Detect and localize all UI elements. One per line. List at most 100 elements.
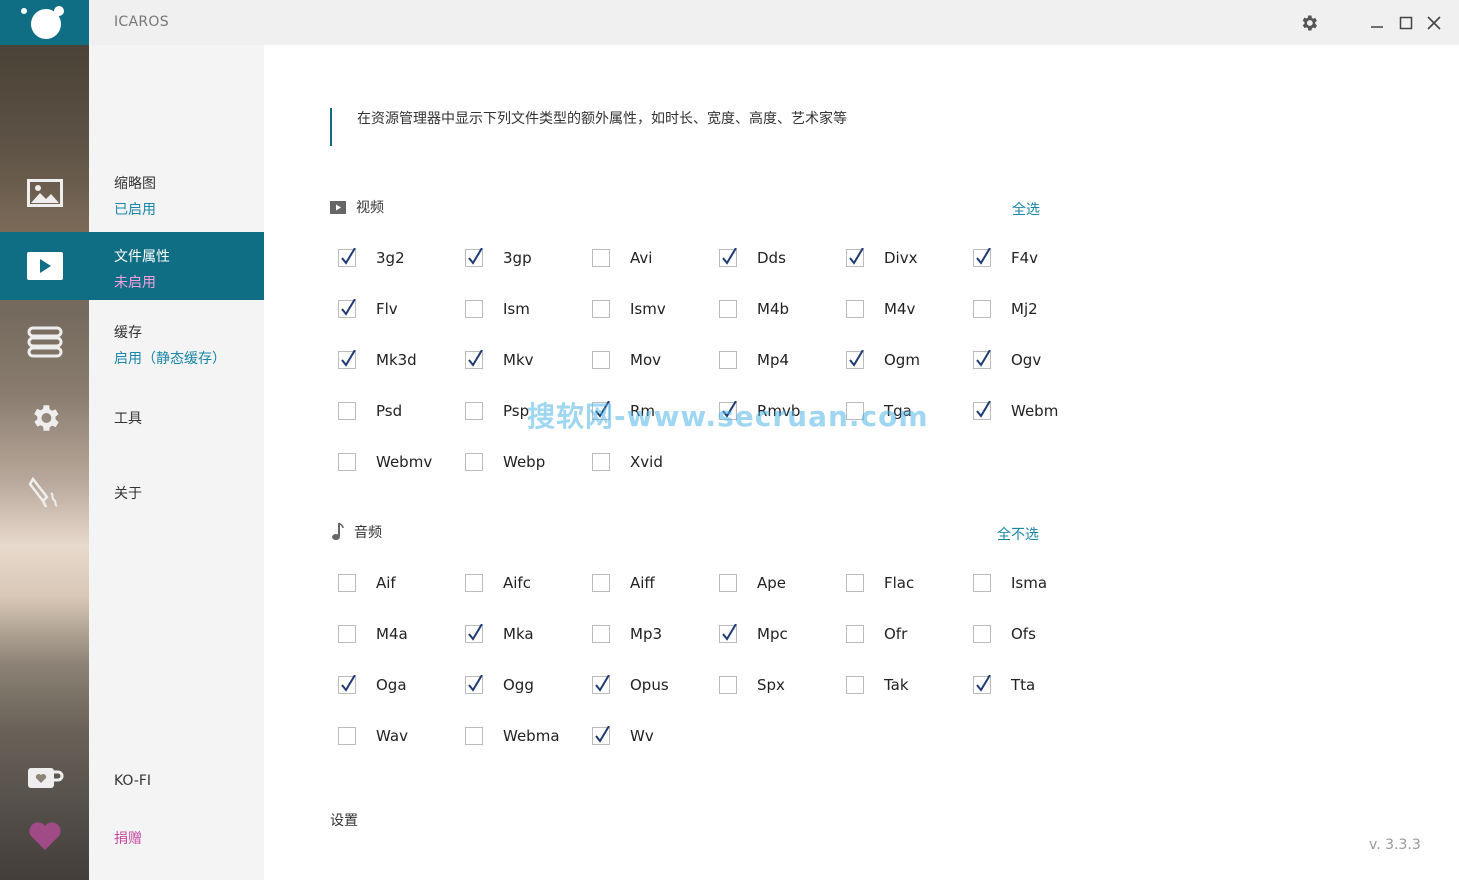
checkbox-box[interactable] [592, 249, 610, 267]
checkbox-box[interactable] [973, 350, 991, 369]
checkbox-box[interactable] [592, 351, 610, 369]
checkbox-box[interactable] [465, 453, 483, 471]
checkbox-opus[interactable]: Opus [583, 672, 710, 698]
checkbox-box[interactable] [465, 248, 483, 267]
nav-item-about[interactable]: 关于 [114, 483, 142, 503]
checkbox-tak[interactable]: Tak [837, 672, 964, 698]
checkbox-divx[interactable]: Divx [837, 245, 964, 271]
maximize-icon[interactable] [1393, 10, 1419, 36]
checkbox-f4v[interactable]: F4v [964, 245, 1091, 271]
checkbox-box[interactable] [719, 624, 737, 643]
rail-properties[interactable] [0, 232, 89, 300]
checkbox-box[interactable] [338, 453, 356, 471]
checkbox-psd[interactable]: Psd [329, 398, 456, 424]
checkbox-wav[interactable]: Wav [329, 723, 456, 749]
checkbox-box[interactable] [465, 350, 483, 369]
rail-cache[interactable] [0, 308, 89, 376]
close-icon[interactable] [1421, 10, 1447, 36]
rail-thumbnails[interactable] [0, 159, 89, 227]
checkbox-box[interactable] [973, 625, 991, 643]
checkbox-box[interactable] [338, 402, 356, 420]
checkbox-box[interactable] [719, 248, 737, 267]
checkbox-box[interactable] [973, 574, 991, 592]
checkbox-ape[interactable]: Ape [710, 570, 837, 596]
checkbox-spx[interactable]: Spx [710, 672, 837, 698]
checkbox-isma[interactable]: Isma [964, 570, 1091, 596]
checkbox-m4a[interactable]: M4a [329, 621, 456, 647]
checkbox-avi[interactable]: Avi [583, 245, 710, 271]
checkbox-box[interactable] [465, 675, 483, 694]
checkbox-dds[interactable]: Dds [710, 245, 837, 271]
checkbox-ofs[interactable]: Ofs [964, 621, 1091, 647]
checkbox-webma[interactable]: Webma [456, 723, 583, 749]
checkbox-box[interactable] [592, 625, 610, 643]
checkbox-box[interactable] [846, 350, 864, 369]
checkbox-box[interactable] [719, 300, 737, 318]
checkbox-mp3[interactable]: Mp3 [583, 621, 710, 647]
checkbox-box[interactable] [973, 675, 991, 694]
checkbox-mpc[interactable]: Mpc [710, 621, 837, 647]
checkbox-3g2[interactable]: 3g2 [329, 245, 456, 271]
checkbox-webmv[interactable]: Webmv [329, 449, 456, 475]
rail-about[interactable] [0, 459, 89, 527]
checkbox-ogv[interactable]: Ogv [964, 347, 1091, 373]
checkbox-box[interactable] [846, 248, 864, 267]
rail-tools[interactable] [0, 384, 89, 452]
checkbox-box[interactable] [338, 675, 356, 694]
checkbox-box[interactable] [465, 624, 483, 643]
checkbox-box[interactable] [719, 574, 737, 592]
checkbox-tta[interactable]: Tta [964, 672, 1091, 698]
checkbox-aifc[interactable]: Aifc [456, 570, 583, 596]
checkbox-box[interactable] [465, 300, 483, 318]
checkbox-box[interactable] [465, 727, 483, 745]
checkbox-box[interactable] [338, 727, 356, 745]
checkbox-wv[interactable]: Wv [583, 723, 710, 749]
checkbox-mkv[interactable]: Mkv [456, 347, 583, 373]
checkbox-3gp[interactable]: 3gp [456, 245, 583, 271]
checkbox-webp[interactable]: Webp [456, 449, 583, 475]
checkbox-oga[interactable]: Oga [329, 672, 456, 698]
nav-item-donate[interactable]: 捐赠 [114, 828, 142, 848]
checkbox-mj2[interactable]: Mj2 [964, 296, 1091, 322]
checkbox-box[interactable] [592, 453, 610, 471]
checkbox-ism[interactable]: Ism [456, 296, 583, 322]
checkbox-box[interactable] [338, 248, 356, 267]
checkbox-box[interactable] [846, 676, 864, 694]
checkbox-box[interactable] [338, 350, 356, 369]
checkbox-m4v[interactable]: M4v [837, 296, 964, 322]
checkbox-webm[interactable]: Webm [964, 398, 1091, 424]
checkbox-box[interactable] [846, 625, 864, 643]
nav-item-properties[interactable]: 文件属性 未启用 [89, 232, 264, 300]
checkbox-ofr[interactable]: Ofr [837, 621, 964, 647]
checkbox-flv[interactable]: Flv [329, 296, 456, 322]
checkbox-m4b[interactable]: M4b [710, 296, 837, 322]
minimize-icon[interactable] [1364, 10, 1390, 36]
checkbox-box[interactable] [973, 248, 991, 267]
checkbox-box[interactable] [592, 300, 610, 318]
checkbox-box[interactable] [846, 574, 864, 592]
checkbox-box[interactable] [465, 402, 483, 420]
checkbox-box[interactable] [338, 625, 356, 643]
checkbox-ismv[interactable]: Ismv [583, 296, 710, 322]
checkbox-xvid[interactable]: Xvid [583, 449, 710, 475]
checkbox-box[interactable] [719, 676, 737, 694]
checkbox-box[interactable] [592, 574, 610, 592]
select-all-video-link[interactable]: 全选 [1012, 199, 1040, 219]
checkbox-flac[interactable]: Flac [837, 570, 964, 596]
checkbox-box[interactable] [973, 300, 991, 318]
checkbox-box[interactable] [719, 351, 737, 369]
gear-icon[interactable] [1296, 10, 1322, 36]
checkbox-box[interactable] [465, 574, 483, 592]
checkbox-box[interactable] [592, 726, 610, 745]
checkbox-box[interactable] [592, 675, 610, 694]
nav-item-tools[interactable]: 工具 [114, 408, 142, 428]
checkbox-box[interactable] [338, 574, 356, 592]
checkbox-ogm[interactable]: Ogm [837, 347, 964, 373]
checkbox-aif[interactable]: Aif [329, 570, 456, 596]
checkbox-mov[interactable]: Mov [583, 347, 710, 373]
deselect-all-audio-link[interactable]: 全不选 [997, 524, 1039, 544]
nav-item-thumbnails[interactable]: 缩略图 已启用 [89, 159, 264, 227]
checkbox-box[interactable] [338, 299, 356, 318]
checkbox-ogg[interactable]: Ogg [456, 672, 583, 698]
checkbox-aiff[interactable]: Aiff [583, 570, 710, 596]
